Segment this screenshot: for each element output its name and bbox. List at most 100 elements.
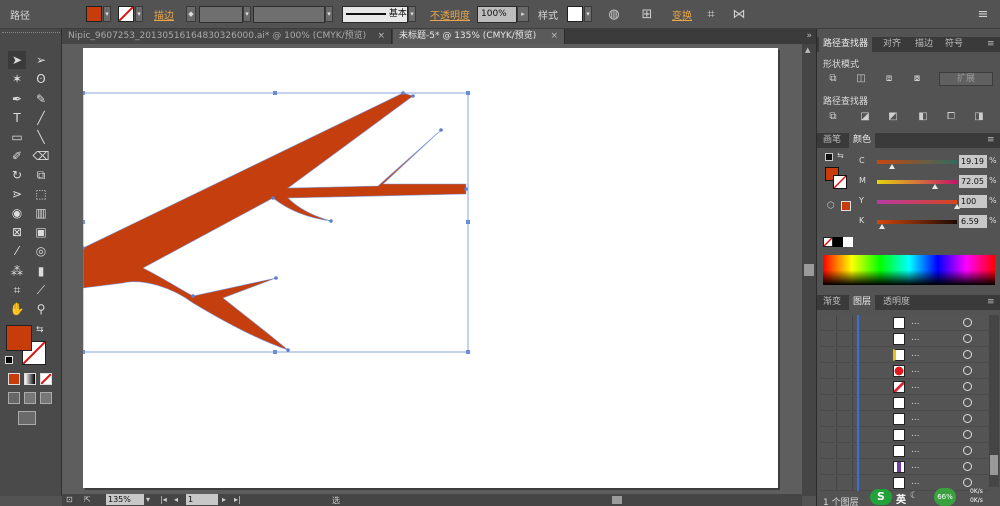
lock-toggle[interactable] xyxy=(839,380,853,394)
selection-tool-icon[interactable]: ➤ xyxy=(8,51,26,69)
swap-fill-stroke-icon[interactable]: ⇆ xyxy=(36,325,44,335)
layers-scrollbar[interactable] xyxy=(989,315,999,487)
close-icon[interactable]: × xyxy=(377,29,385,44)
stroke-weight-stepper[interactable]: ◆ xyxy=(186,6,196,22)
profile-dropdown[interactable]: ▾ xyxy=(325,6,333,22)
layer-name[interactable]: ... xyxy=(911,317,920,327)
layer-name[interactable]: ... xyxy=(911,445,920,455)
horizontal-scroll-thumb[interactable] xyxy=(612,496,622,504)
layer-row[interactable]: ... xyxy=(821,459,989,475)
scroll-up-icon[interactable]: ▲ xyxy=(805,46,810,54)
layer-name[interactable]: ... xyxy=(911,365,920,375)
eraser-tool-icon[interactable]: ⌫ xyxy=(32,147,50,165)
opacity-dropdown[interactable]: ▸ xyxy=(517,6,529,22)
artboard-tool-icon[interactable]: ⌗ xyxy=(8,281,26,299)
tab-pathfinder[interactable]: 路径查找器 xyxy=(819,37,873,52)
ime-lang[interactable]: 英 xyxy=(896,491,906,506)
draw-inside-icon[interactable] xyxy=(40,392,52,404)
target-icon[interactable] xyxy=(963,350,972,359)
layer-row[interactable]: ... xyxy=(821,443,989,459)
style-dropdown[interactable]: ▾ xyxy=(584,6,592,22)
tab-nipic-document[interactable]: Nipic_9607253_20130516164830326000.ai* @… xyxy=(62,29,392,44)
zoom-field[interactable]: 135% xyxy=(106,494,144,505)
black-track[interactable] xyxy=(877,220,957,224)
fill-color-box[interactable] xyxy=(6,325,32,351)
artboard[interactable] xyxy=(81,48,778,488)
magenta-track[interactable] xyxy=(877,180,957,184)
exclude-icon[interactable]: ⧇ xyxy=(909,72,925,86)
divide-icon[interactable]: ⧉ xyxy=(825,110,841,124)
branch-artwork[interactable] xyxy=(81,48,778,488)
paintbrush-tool-icon[interactable]: ╲ xyxy=(32,128,50,146)
layer-name[interactable]: ... xyxy=(911,349,920,359)
rectangle-tool-icon[interactable]: ▭ xyxy=(8,128,26,146)
free-transform-tool-icon[interactable]: ⬚ xyxy=(32,185,50,203)
stroke-label[interactable]: 描边 xyxy=(154,7,174,22)
layer-name[interactable]: ... xyxy=(911,461,920,471)
artboard-number-field[interactable]: 1 xyxy=(186,494,218,505)
target-icon[interactable] xyxy=(963,382,972,391)
visibility-toggle[interactable] xyxy=(823,380,837,394)
graphic-style-swatch[interactable] xyxy=(567,6,583,22)
yellow-value[interactable]: 100 xyxy=(959,195,987,208)
color-spectrum[interactable] xyxy=(823,255,995,285)
opacity-field[interactable]: 100% xyxy=(477,6,517,23)
outline-icon[interactable]: ⧠ xyxy=(943,110,959,124)
none-mode-icon[interactable] xyxy=(40,373,52,385)
yellow-slider[interactable]: Y 100 % xyxy=(821,194,997,210)
next-artboard-icon[interactable]: ▸ xyxy=(222,495,226,504)
magenta-knob[interactable] xyxy=(931,184,938,189)
minus-front-icon[interactable]: ◫ xyxy=(853,72,869,86)
type-tool-icon[interactable]: T xyxy=(8,109,26,127)
visibility-toggle[interactable] xyxy=(823,460,837,474)
rotate-tool-icon[interactable]: ↻ xyxy=(8,166,26,184)
variable-width-profile[interactable] xyxy=(253,6,325,23)
lock-toggle[interactable] xyxy=(839,428,853,442)
trim-icon[interactable]: ◪ xyxy=(857,110,873,124)
target-icon[interactable] xyxy=(963,398,972,407)
visibility-toggle[interactable] xyxy=(823,412,837,426)
visibility-toggle[interactable] xyxy=(823,316,837,330)
lock-toggle[interactable] xyxy=(839,476,853,490)
gradient-mode-icon[interactable] xyxy=(24,373,36,385)
black-knob[interactable] xyxy=(879,224,886,229)
tab-transparency[interactable]: 透明度 xyxy=(879,295,914,310)
layer-row[interactable]: ... xyxy=(821,363,989,379)
magenta-value[interactable]: 72.05 xyxy=(959,175,987,188)
lock-toggle[interactable] xyxy=(839,396,853,410)
none-color-swatch[interactable] xyxy=(823,237,833,247)
lock-toggle[interactable] xyxy=(839,460,853,474)
layer-name[interactable]: ... xyxy=(911,477,920,487)
target-icon[interactable] xyxy=(963,366,972,375)
layer-row[interactable]: ... xyxy=(821,379,989,395)
hand-tool-icon[interactable]: ✋ xyxy=(8,300,26,318)
gradient-tool-icon[interactable]: ▣ xyxy=(32,223,50,241)
eyedropper-tool-icon[interactable]: ⁄ xyxy=(8,242,26,260)
toolbar-grip[interactable] xyxy=(2,32,60,34)
visibility-toggle[interactable] xyxy=(823,428,837,442)
layer-row[interactable]: ... xyxy=(821,331,989,347)
cyan-value[interactable]: 19.19 xyxy=(959,155,987,168)
curvature-tool-icon[interactable]: ✎ xyxy=(32,90,50,108)
draw-behind-icon[interactable] xyxy=(24,392,36,404)
layer-row[interactable]: ... xyxy=(821,347,989,363)
expand-button[interactable]: 扩展 xyxy=(939,72,993,86)
prev-artboard-icon[interactable]: ◂ xyxy=(174,495,178,504)
cyan-knob[interactable] xyxy=(889,164,896,169)
lock-toggle[interactable] xyxy=(839,364,853,378)
recolor-artwork-icon[interactable]: ◍ xyxy=(605,6,623,24)
panel-menu-icon[interactable]: ≡ xyxy=(983,295,999,310)
tab-stroke[interactable]: 描边 xyxy=(911,37,937,52)
tab-layers[interactable]: 图层 xyxy=(849,295,876,310)
panel-menu-icon[interactable]: ≡ xyxy=(983,133,999,148)
tab-align[interactable]: 对齐 xyxy=(879,37,905,52)
screen-mode-icon[interactable] xyxy=(18,411,36,425)
unite-icon[interactable]: ⧉ xyxy=(825,72,841,86)
layer-name[interactable]: ... xyxy=(911,429,920,439)
target-icon[interactable] xyxy=(963,318,972,327)
slice-tool-icon[interactable]: ⟋ xyxy=(32,281,50,299)
layer-name[interactable]: ... xyxy=(911,397,920,407)
mesh-tool-icon[interactable]: ⊠ xyxy=(8,223,26,241)
branch-shape[interactable] xyxy=(82,92,467,351)
tab-untitled-5[interactable]: 未标题-5* @ 135% (CMYK/预览) × xyxy=(393,29,565,44)
